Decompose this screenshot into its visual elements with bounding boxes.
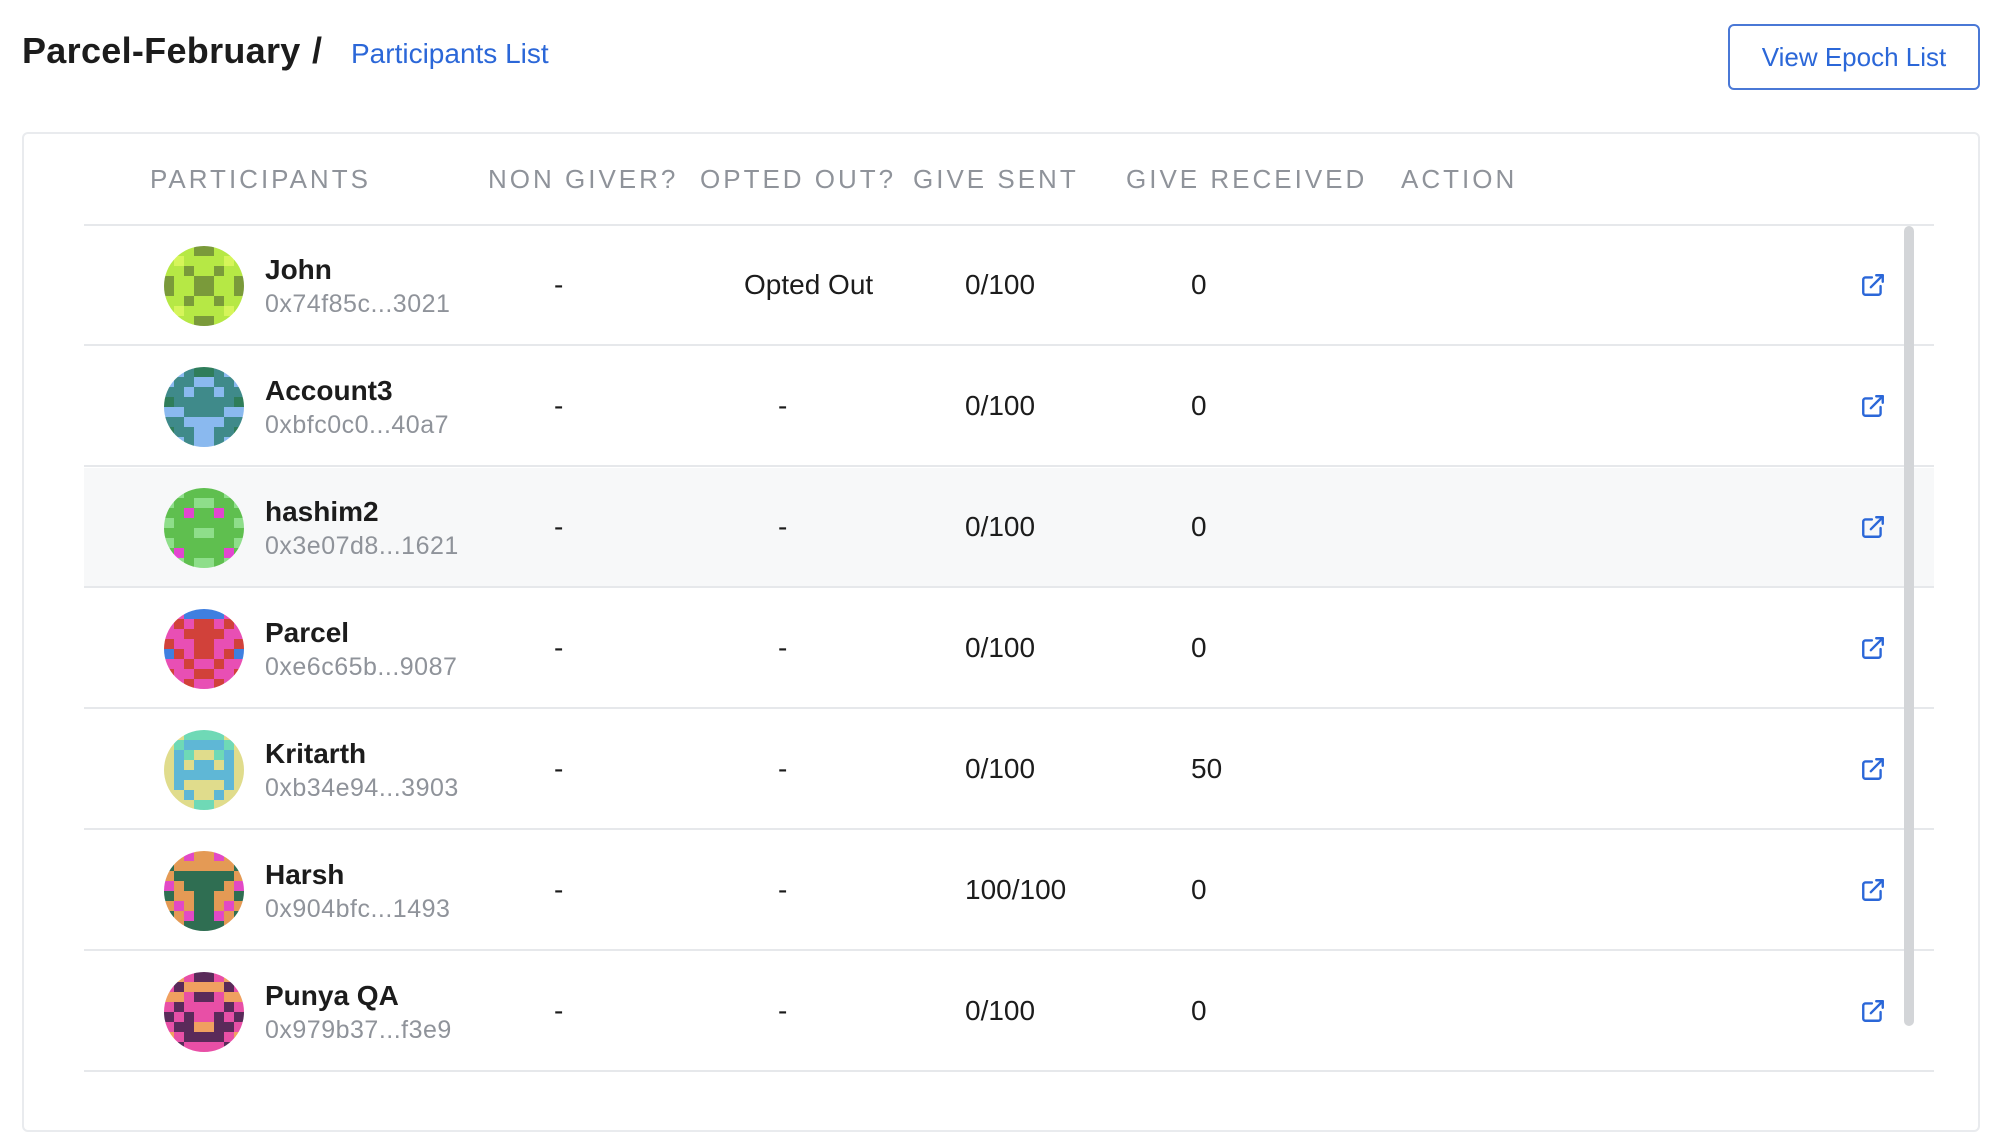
table-row: John 0x74f85c...3021 - Opted Out 0/100 0 bbox=[84, 226, 1934, 346]
external-link-icon[interactable] bbox=[1860, 635, 1886, 661]
give-sent-value: 0/100 bbox=[965, 632, 1036, 663]
non-giver-value: - bbox=[554, 753, 564, 784]
opted-out-value: - bbox=[778, 874, 788, 905]
non-giver-value: - bbox=[554, 995, 564, 1026]
opted-out-value: - bbox=[778, 511, 788, 542]
table-scrollbar[interactable] bbox=[1904, 226, 1916, 1026]
breadcrumb-separator: / bbox=[312, 30, 323, 71]
table-row: hashim2 0x3e07d8...1621 - - 0/100 0 bbox=[84, 468, 1934, 588]
external-link-icon[interactable] bbox=[1860, 877, 1886, 903]
give-received-value: 0 bbox=[1191, 269, 1207, 300]
give-received-value: 0 bbox=[1191, 874, 1207, 905]
external-link-icon[interactable] bbox=[1860, 514, 1886, 540]
table-row: Harsh 0x904bfc...1493 - - 100/100 0 bbox=[84, 831, 1934, 951]
avatar bbox=[164, 609, 244, 689]
avatar bbox=[164, 972, 244, 1052]
give-received-value: 0 bbox=[1191, 390, 1207, 421]
participant-name: Account3 bbox=[265, 375, 393, 406]
table-header: PARTICIPANTS NON GIVER? OPTED OUT? GIVE … bbox=[84, 134, 1934, 226]
participant-address: 0xb34e94...3903 bbox=[265, 774, 459, 802]
non-giver-value: - bbox=[554, 632, 564, 663]
opted-out-value: Opted Out bbox=[744, 269, 874, 300]
external-link-icon[interactable] bbox=[1860, 393, 1886, 419]
avatar bbox=[164, 488, 244, 568]
participant-address: 0xe6c65b...9087 bbox=[265, 653, 458, 681]
column-header-action: ACTION bbox=[1401, 164, 1518, 194]
give-sent-value: 0/100 bbox=[965, 390, 1036, 421]
column-header-participants: PARTICIPANTS bbox=[150, 164, 371, 194]
non-giver-value: - bbox=[554, 269, 564, 300]
participant-address: 0x979b37...f3e9 bbox=[265, 1016, 452, 1044]
give-sent-value: 0/100 bbox=[965, 269, 1036, 300]
participants-table-card: PARTICIPANTS NON GIVER? OPTED OUT? GIVE … bbox=[22, 132, 1980, 1132]
page-header: Parcel-February / Participants List View… bbox=[0, 0, 1998, 120]
participant-name: John bbox=[265, 254, 332, 285]
table-body: John 0x74f85c...3021- Opted Out 0/100 0 Accou… bbox=[84, 226, 1934, 1136]
give-received-value: 0 bbox=[1191, 632, 1207, 663]
avatar bbox=[164, 851, 244, 931]
give-sent-value: 0/100 bbox=[965, 995, 1036, 1026]
table-row: Punya QA 0x979b37...f3e9 - - 0/100 0 bbox=[84, 952, 1934, 1072]
opted-out-value: - bbox=[778, 632, 788, 663]
column-header-give-sent: GIVE SENT bbox=[913, 164, 1079, 194]
participant-address: 0x904bfc...1493 bbox=[265, 895, 451, 923]
participant-address: 0x74f85c...3021 bbox=[265, 290, 451, 318]
opted-out-value: - bbox=[778, 995, 788, 1026]
participant-address: 0x3e07d8...1621 bbox=[265, 532, 459, 560]
participant-name: Harsh bbox=[265, 859, 345, 890]
give-received-value: 50 bbox=[1191, 753, 1223, 784]
non-giver-value: - bbox=[554, 511, 564, 542]
participant-name: hashim2 bbox=[265, 496, 379, 527]
external-link-icon[interactable] bbox=[1860, 998, 1886, 1024]
scrollbar-thumb[interactable] bbox=[1904, 226, 1914, 1026]
opted-out-value: - bbox=[778, 390, 788, 421]
non-giver-value: - bbox=[554, 390, 564, 421]
breadcrumb-participants-link[interactable]: Participants List bbox=[351, 38, 549, 70]
give-sent-value: 0/100 bbox=[965, 511, 1036, 542]
non-giver-value: - bbox=[554, 874, 564, 905]
participant-name: Kritarth bbox=[265, 738, 367, 769]
participant-name: Parcel bbox=[265, 617, 350, 648]
give-received-value: 0 bbox=[1191, 511, 1207, 542]
avatar bbox=[164, 246, 244, 326]
column-header-non-giver: NON GIVER? bbox=[488, 164, 679, 194]
breadcrumb-circle-name: Parcel-February bbox=[22, 30, 301, 71]
avatar bbox=[164, 367, 244, 447]
participant-address: 0xbfc0c0...40a7 bbox=[265, 411, 450, 439]
opted-out-value: - bbox=[778, 753, 788, 784]
participant-name: Punya QA bbox=[265, 980, 399, 1011]
give-sent-value: 0/100 bbox=[965, 753, 1036, 784]
column-header-opted-out: OPTED OUT? bbox=[700, 164, 897, 194]
table-row: Account3 0xbfc0c0...40a7 - - 0/100 0 bbox=[84, 347, 1934, 467]
table-row: Kritarth 0xb34e94...3903 - - 0/100 50 bbox=[84, 710, 1934, 830]
column-header-give-received: GIVE RECEIVED bbox=[1126, 164, 1368, 194]
view-epoch-list-button[interactable]: View Epoch List bbox=[1728, 24, 1980, 90]
give-received-value: 0 bbox=[1191, 995, 1207, 1026]
avatar bbox=[164, 730, 244, 810]
external-link-icon[interactable] bbox=[1860, 756, 1886, 782]
external-link-icon[interactable] bbox=[1860, 272, 1886, 298]
give-sent-value: 100/100 bbox=[965, 874, 1067, 905]
table-row: Parcel 0xe6c65b...9087 - - 0/100 0 bbox=[84, 589, 1934, 709]
